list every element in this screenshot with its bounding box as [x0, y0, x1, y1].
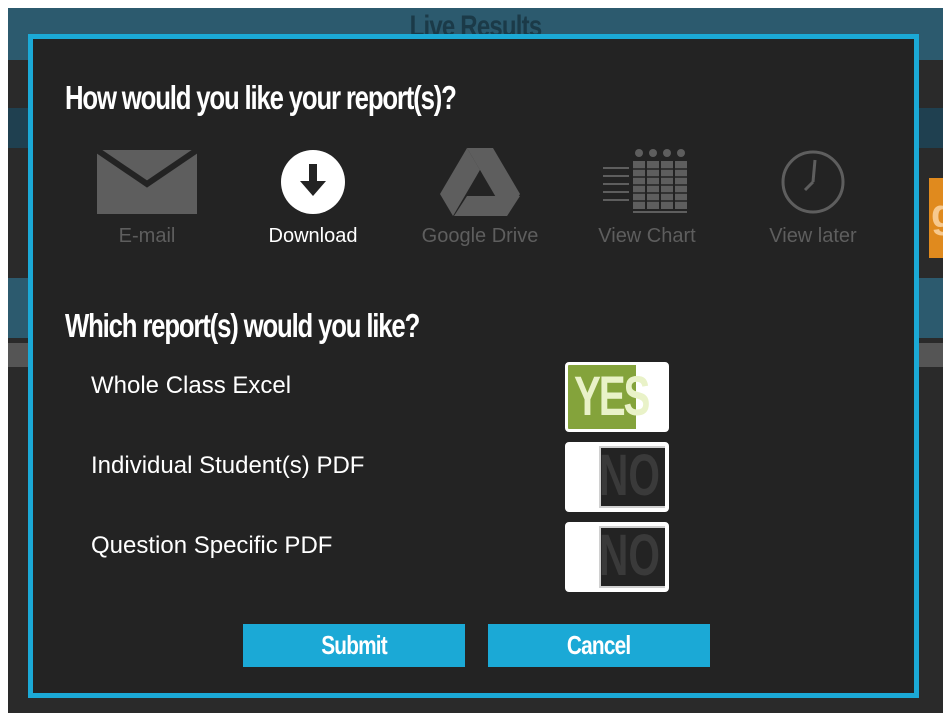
option-view-later-label: View later — [769, 225, 857, 247]
cancel-button-label: Cancel — [567, 630, 631, 660]
option-view-later[interactable]: View later — [733, 147, 893, 257]
option-google-drive-label: Google Drive — [421, 225, 539, 247]
toggle-text: YES — [574, 364, 650, 427]
google-drive-icon — [440, 148, 520, 216]
envelope-icon — [97, 150, 197, 214]
chart-icon — [603, 149, 687, 213]
report-dialog: How would you like your report(s)? E-mai… — [28, 34, 919, 698]
option-download[interactable]: Download — [233, 147, 393, 257]
toggle-text: NO — [599, 523, 660, 588]
toggle-individual-student-pdf[interactable]: NO — [565, 442, 669, 512]
toggle-text: NO — [599, 443, 660, 508]
toggle-whole-class-excel[interactable]: YES — [565, 362, 669, 432]
report-heading: Which report(s) would you like? — [65, 307, 420, 344]
report-label-question-specific-pdf: Question Specific PDF — [91, 532, 333, 559]
download-icon — [281, 150, 345, 214]
report-label-whole-class-excel: Whole Class Excel — [91, 372, 292, 399]
option-view-chart-label: View Chart — [598, 225, 696, 247]
option-email[interactable]: E-mail — [67, 147, 227, 257]
option-google-drive[interactable]: Google Drive — [400, 147, 560, 257]
option-download-label: Download — [268, 225, 358, 247]
report-label-individual-student-pdf: Individual Student(s) PDF — [91, 452, 365, 479]
clock-icon — [781, 150, 845, 214]
background-edge-glyph: g — [931, 192, 943, 237]
delivery-heading: How would you like your report(s)? — [65, 79, 457, 116]
background-orange-tab: g — [929, 178, 943, 258]
submit-button[interactable]: Submit — [243, 624, 465, 667]
option-email-label: E-mail — [118, 225, 176, 247]
option-view-chart[interactable]: View Chart — [567, 147, 727, 257]
submit-button-label: Submit — [321, 630, 387, 660]
toggle-question-specific-pdf[interactable]: NO — [565, 522, 669, 592]
cancel-button[interactable]: Cancel — [488, 624, 710, 667]
